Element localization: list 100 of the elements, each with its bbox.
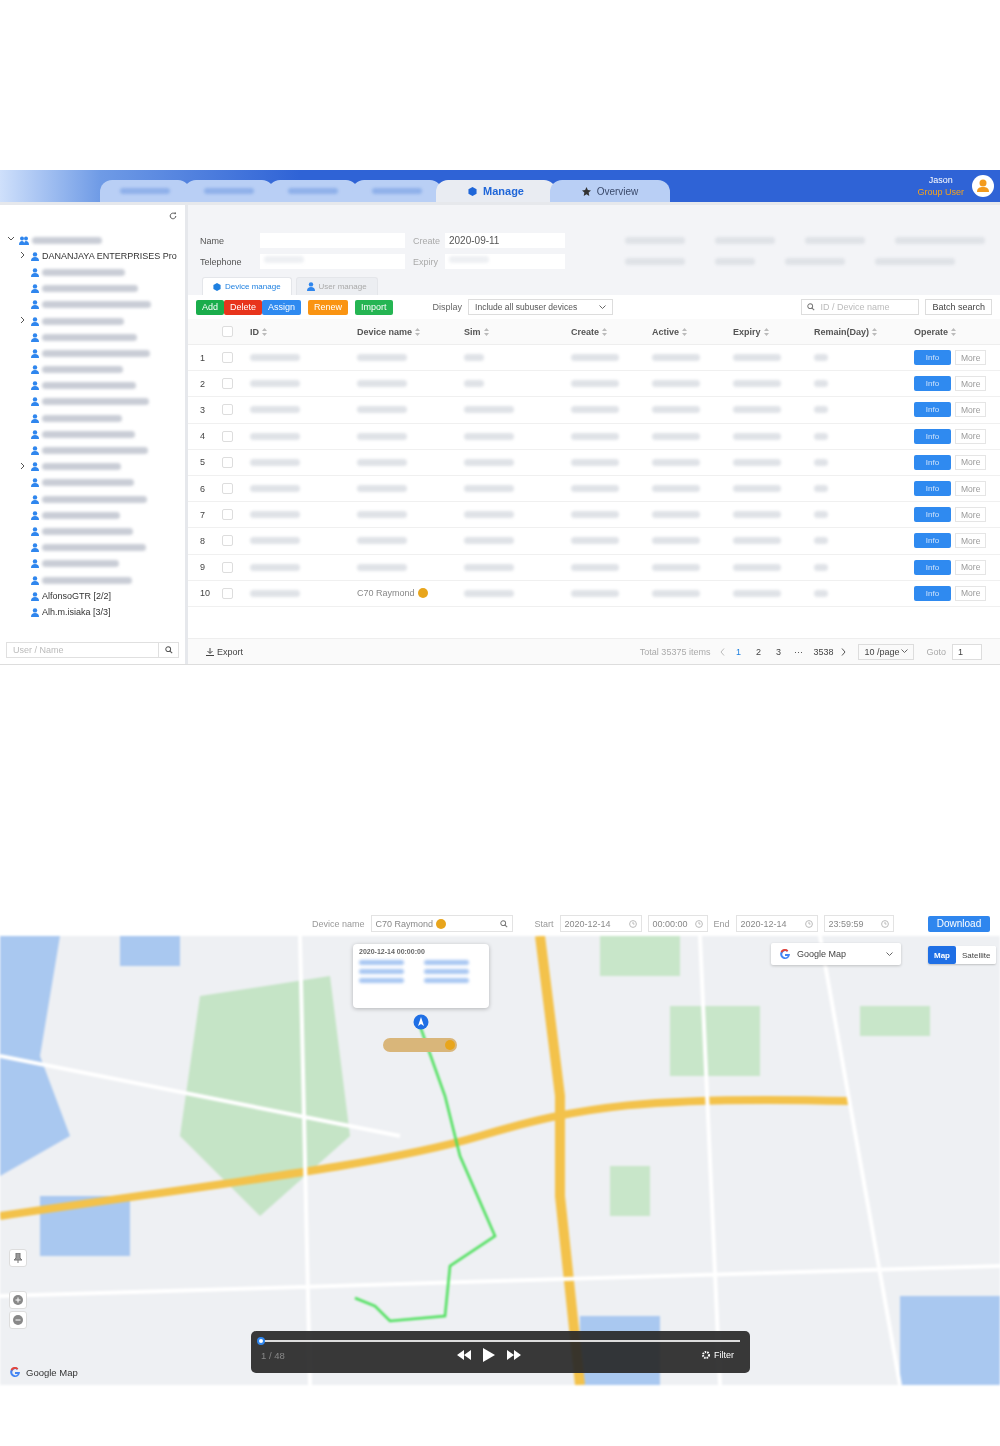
start-time-field[interactable]: 00:00:00: [647, 915, 708, 932]
row-checkbox[interactable]: [222, 509, 233, 521]
select-all-checkbox[interactable]: [222, 326, 233, 337]
row-checkbox[interactable]: [222, 456, 233, 468]
end-time-field[interactable]: 23:59:59: [823, 915, 894, 932]
person-icon: [31, 510, 39, 520]
info-button[interactable]: Info: [914, 402, 951, 418]
goto-field[interactable]: 1: [952, 643, 982, 660]
row-checkbox[interactable]: [222, 483, 233, 495]
info-button[interactable]: Info: [914, 376, 951, 392]
tree-item[interactable]: Alh.m.isiaka [3/3]: [42, 607, 111, 618]
map-source-select[interactable]: Google Map: [771, 943, 901, 965]
google-g-icon: [779, 948, 791, 960]
row-checkbox[interactable]: [222, 430, 233, 442]
tree-item[interactable]: AlfonsoGTR [2/2]: [42, 591, 112, 602]
blurred-text: [357, 432, 407, 440]
column-header[interactable]: Operate: [914, 326, 948, 337]
info-button[interactable]: Info: [914, 481, 951, 497]
action-button[interactable]: Add: [196, 299, 224, 315]
sort-icon[interactable]: [602, 327, 607, 336]
page-link[interactable]: 3: [771, 646, 786, 657]
nav-tab[interactable]: Overview: [550, 180, 670, 202]
next-page-icon[interactable]: [841, 647, 847, 656]
filter-label: Name: [200, 235, 225, 246]
page-link[interactable]: 2: [751, 646, 766, 657]
info-button[interactable]: Info: [914, 454, 951, 470]
column-header[interactable]: Device name: [357, 326, 413, 337]
info-button[interactable]: Info: [914, 507, 951, 523]
end-date-field[interactable]: 2020-12-14: [735, 915, 818, 932]
sort-icon[interactable]: [483, 327, 489, 336]
download-button[interactable]: Download: [928, 915, 990, 932]
action-button[interactable]: Delete: [224, 299, 263, 315]
export-button[interactable]: Export: [206, 646, 243, 657]
zoom-in-button[interactable]: [9, 1291, 27, 1309]
batch-search-button[interactable]: Batch search: [925, 299, 992, 315]
map-type-toggle[interactable]: Map: [928, 946, 956, 964]
row-checkbox[interactable]: [222, 352, 233, 364]
sort-icon[interactable]: [682, 327, 687, 336]
sort-icon[interactable]: [951, 327, 956, 336]
more-button[interactable]: More: [955, 402, 987, 418]
display-select[interactable]: Include all subuser devices: [468, 299, 614, 315]
sub-tab[interactable]: User manage: [295, 277, 378, 295]
layers-button[interactable]: [9, 1249, 27, 1267]
plus-icon: [13, 1295, 23, 1305]
user-search-field[interactable]: User / Name: [6, 642, 179, 658]
info-button[interactable]: Info: [914, 428, 951, 444]
more-button[interactable]: More: [955, 533, 987, 549]
column-header[interactable]: ID: [250, 326, 259, 337]
column-header[interactable]: Active: [652, 326, 679, 337]
zoom-out-button[interactable]: [9, 1311, 27, 1329]
page-link[interactable]: ···: [791, 646, 806, 657]
info-button[interactable]: Info: [914, 350, 951, 366]
info-button[interactable]: Info: [914, 533, 951, 549]
more-button[interactable]: More: [955, 559, 987, 575]
action-button[interactable]: Renew: [308, 299, 349, 315]
column-header[interactable]: Expiry: [733, 326, 761, 337]
blurred-text: [814, 354, 828, 362]
filter-button[interactable]: Filter: [696, 1349, 740, 1361]
blurred-text: [357, 485, 407, 493]
column-header[interactable]: Remain(Day): [814, 326, 869, 337]
progress-thumb[interactable]: [257, 1337, 265, 1345]
action-button[interactable]: Assign: [262, 299, 302, 315]
map-type-toggle[interactable]: Satellite: [956, 946, 997, 964]
sort-icon[interactable]: [415, 327, 421, 336]
person-icon: [306, 282, 315, 291]
filter-field[interactable]: 2020-09-11: [445, 233, 565, 248]
search-icon[interactable]: [164, 646, 173, 654]
page-link[interactable]: 3538: [811, 646, 836, 657]
more-button[interactable]: More: [955, 428, 987, 444]
start-date-field[interactable]: 2020-12-14: [559, 915, 642, 932]
page-link[interactable]: 1: [731, 646, 746, 657]
page-size-select[interactable]: 10 /page: [858, 643, 915, 660]
row-checkbox[interactable]: [222, 535, 233, 547]
row-checkbox[interactable]: [222, 404, 233, 416]
sort-icon[interactable]: [763, 327, 769, 336]
tree-item[interactable]: DANANJAYA ENTERPRISES Pro: [42, 251, 177, 262]
sort-icon[interactable]: [262, 327, 267, 336]
more-button[interactable]: More: [955, 585, 987, 601]
more-button[interactable]: More: [955, 507, 987, 523]
prev-page-icon[interactable]: [720, 647, 726, 656]
more-button[interactable]: More: [955, 350, 987, 366]
start-label: Start: [534, 918, 554, 929]
more-button[interactable]: More: [955, 481, 987, 497]
sub-tab[interactable]: Device manage: [202, 277, 292, 295]
sort-icon[interactable]: [872, 327, 877, 336]
more-button[interactable]: More: [955, 376, 987, 392]
column-header[interactable]: Sim: [464, 326, 481, 337]
refresh-icon[interactable]: [169, 212, 177, 220]
pin-icon: [14, 1253, 22, 1263]
info-button[interactable]: Info: [914, 585, 951, 601]
blurred-text: [288, 188, 338, 194]
action-button[interactable]: Import: [355, 299, 393, 315]
row-checkbox[interactable]: [222, 378, 233, 390]
row-checkbox[interactable]: [222, 561, 233, 573]
column-header[interactable]: Create: [571, 326, 599, 337]
device-name-field[interactable]: C70 Raymond: [370, 915, 513, 932]
device-search-field[interactable]: ID / Device name: [801, 299, 920, 315]
more-button[interactable]: More: [955, 454, 987, 470]
info-button[interactable]: Info: [914, 559, 951, 575]
row-checkbox[interactable]: [222, 587, 233, 599]
